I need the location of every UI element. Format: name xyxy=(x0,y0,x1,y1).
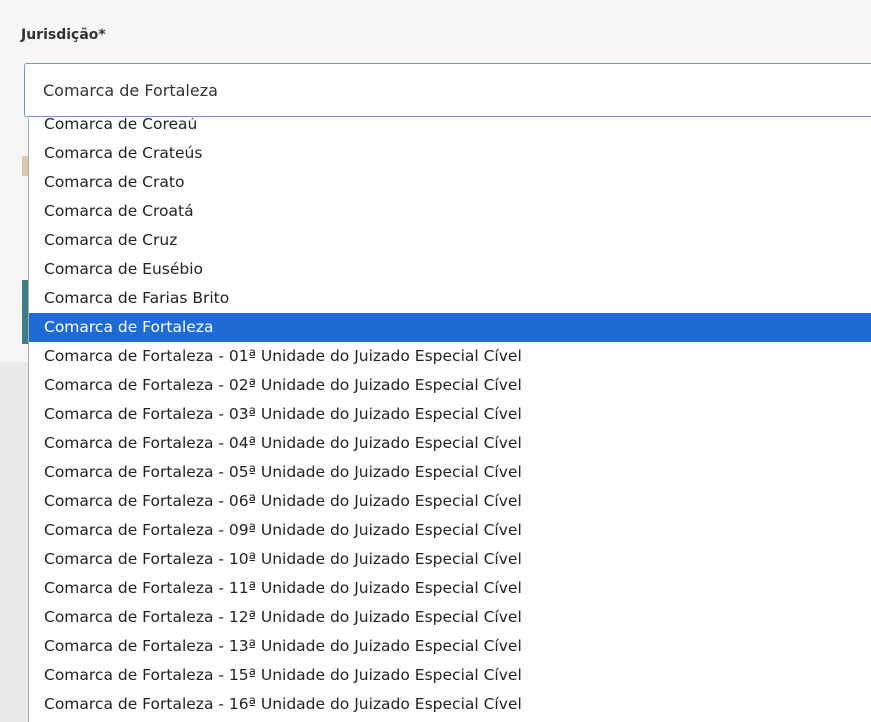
dropdown-option[interactable]: Comarca de Fortaleza - 16ª Unidade do Ju… xyxy=(29,690,871,719)
dropdown-option[interactable]: Comarca de Fortaleza - 09ª Unidade do Ju… xyxy=(29,516,871,545)
dropdown-option[interactable]: Comarca de Crato xyxy=(29,168,871,197)
dropdown-option[interactable]: Comarca de Fortaleza - 15ª Unidade do Ju… xyxy=(29,661,871,690)
dropdown-option[interactable]: Comarca de Fortaleza - 06ª Unidade do Ju… xyxy=(29,487,871,516)
dropdown-option[interactable]: Comarca de Coreaú xyxy=(29,118,871,139)
jurisdicao-label: Jurisdição* xyxy=(21,27,106,43)
dropdown-option[interactable]: Comarca de Fortaleza - 02ª Unidade do Ju… xyxy=(29,371,871,400)
dropdown-option[interactable]: Comarca de Fortaleza - 05ª Unidade do Ju… xyxy=(29,458,871,487)
jurisdicao-select[interactable]: Comarca de Fortaleza xyxy=(24,63,871,117)
dropdown-option[interactable]: Comarca de Fortaleza - 13ª Unidade do Ju… xyxy=(29,632,871,661)
dropdown-option-selected[interactable]: Comarca de Fortaleza xyxy=(29,313,871,342)
page: Jurisdição* Comarca de Fortaleza Comarca… xyxy=(0,0,871,722)
dropdown-option[interactable]: Comarca de Crateús xyxy=(29,139,871,168)
jurisdicao-selected-value: Comarca de Fortaleza xyxy=(43,81,218,100)
dropdown-option[interactable]: Comarca de Fortaleza - 01ª Unidade do Ju… xyxy=(29,342,871,371)
jurisdicao-dropdown-list[interactable]: Comarca de Coreaú Comarca de Crateús Comar… xyxy=(28,118,871,722)
dropdown-option[interactable]: Comarca de Fortaleza - 10ª Unidade do Ju… xyxy=(29,545,871,574)
dropdown-option[interactable]: Comarca de Cruz xyxy=(29,226,871,255)
dropdown-option[interactable]: Comarca de Fortaleza - 12ª Unidade do Ju… xyxy=(29,603,871,632)
dropdown-option[interactable]: Comarca de Fortaleza - 03ª Unidade do Ju… xyxy=(29,400,871,429)
dropdown-option[interactable]: Comarca de Eusébio xyxy=(29,255,871,284)
dropdown-option[interactable]: Comarca de Croatá xyxy=(29,197,871,226)
dropdown-option[interactable]: Comarca de Fortaleza - 11ª Unidade do Ju… xyxy=(29,574,871,603)
dropdown-option[interactable]: Comarca de Fortaleza - 04ª Unidade do Ju… xyxy=(29,429,871,458)
jurisdicao-options: Comarca de Coreaú Comarca de Crateús Comar… xyxy=(29,118,871,719)
dropdown-option[interactable]: Comarca de Farias Brito xyxy=(29,284,871,313)
